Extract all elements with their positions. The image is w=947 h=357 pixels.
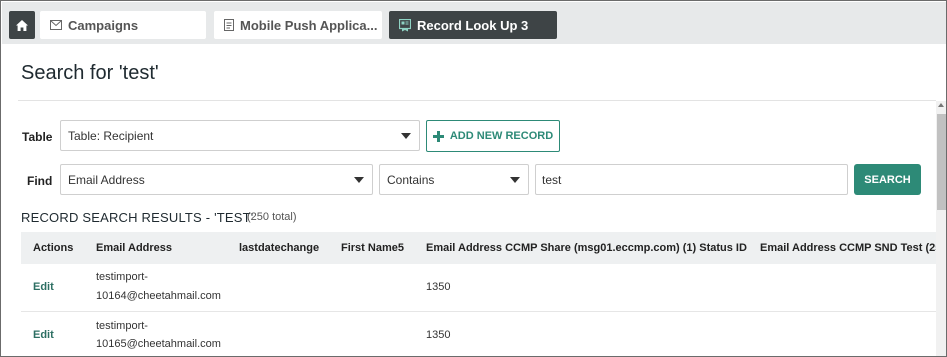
table-row: Edit testimport- 10165@cheetahmail.com 1…	[21, 312, 936, 356]
search-button-label: SEARCH	[864, 173, 911, 186]
scroll-thumb[interactable]	[937, 114, 946, 210]
table-row: Edit testimport- 10164@cheetahmail.com 1…	[21, 264, 936, 312]
mail-icon	[50, 20, 62, 30]
chevron-down-icon	[401, 133, 411, 139]
operator-select-value: Contains	[387, 172, 435, 187]
table-select-value: Table: Recipient	[68, 128, 154, 143]
edit-link[interactable]: Edit	[33, 281, 54, 293]
add-new-record-label: ADD NEW RECORD	[449, 130, 554, 142]
operator-select[interactable]: Contains	[379, 164, 529, 195]
status-id-cell: 1350	[426, 281, 451, 293]
results-total: (250 total)	[247, 211, 297, 223]
email-cell-line1: testimport-	[96, 271, 148, 283]
edit-link[interactable]: Edit	[33, 329, 54, 341]
scroll-up-arrow-icon[interactable]	[938, 103, 944, 107]
column-header-snd-test[interactable]: Email Address CCMP SND Test (25	[760, 242, 941, 254]
tab-label: Record Look Up 3	[417, 17, 529, 33]
search-button[interactable]: SEARCH	[854, 164, 921, 195]
column-header-actions[interactable]: Actions	[33, 242, 73, 254]
tab-record-lookup[interactable]: Record Look Up 3	[389, 11, 557, 39]
tab-label: Campaigns	[68, 17, 139, 33]
document-icon	[224, 19, 234, 31]
record-lookup-icon	[399, 18, 411, 32]
app-window: Campaigns Mobile Push Applica... Record …	[0, 0, 947, 357]
email-cell-line2: 10164@cheetahmail.com	[96, 290, 221, 302]
home-icon	[16, 19, 28, 31]
table-label: Table	[22, 130, 53, 144]
tab-mobile-push[interactable]: Mobile Push Applica...	[214, 11, 382, 39]
divider	[18, 100, 936, 101]
column-header-lastdatechange[interactable]: lastdatechange	[239, 242, 319, 254]
field-select-value: Email Address	[68, 172, 145, 187]
tab-campaigns[interactable]: Campaigns	[40, 11, 206, 39]
home-button[interactable]	[9, 11, 35, 39]
field-select[interactable]: Email Address	[60, 164, 373, 195]
chevron-down-icon	[510, 177, 520, 183]
column-header-status-id[interactable]: Email Address CCMP Share (msg01.eccmp.co…	[426, 242, 747, 254]
tab-bar: Campaigns Mobile Push Applica... Record …	[2, 2, 946, 44]
table-header: Actions Email Address lastdatechange Fir…	[21, 232, 941, 264]
column-header-first-name[interactable]: First Name5	[341, 242, 404, 254]
status-id-cell: 1350	[426, 329, 451, 341]
find-label: Find	[27, 174, 53, 188]
email-cell-line2: 10165@cheetahmail.com	[96, 338, 221, 350]
plus-icon	[432, 130, 444, 142]
email-cell-line1: testimport-	[96, 320, 148, 332]
vertical-scrollbar[interactable]	[936, 101, 946, 356]
results-title: RECORD SEARCH RESULTS - 'TEST'	[21, 210, 254, 225]
tab-label: Mobile Push Applica...	[240, 17, 378, 33]
search-input[interactable]: test	[535, 164, 848, 195]
chevron-down-icon	[354, 177, 364, 183]
page-title: Search for 'test'	[21, 62, 159, 84]
search-input-value: test	[542, 172, 562, 187]
column-header-email[interactable]: Email Address	[96, 242, 172, 254]
add-new-record-button[interactable]: ADD NEW RECORD	[426, 120, 560, 152]
table-select[interactable]: Table: Recipient	[60, 120, 420, 151]
